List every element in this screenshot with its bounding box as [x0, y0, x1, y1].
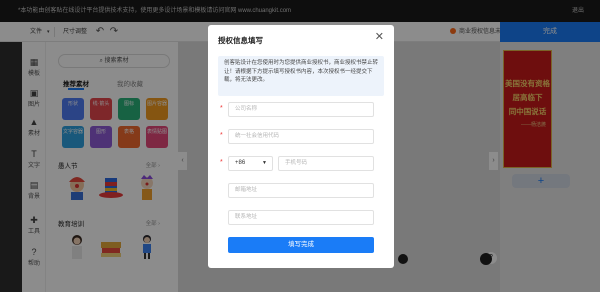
email-field[interactable]: 邮箱地址 [228, 183, 374, 198]
address-field[interactable]: 联系地址 [228, 210, 374, 225]
license-form-dialog: 授权信息填写 ✕ 创客贴设计在您使用时为您提供商业授权书，商业授权书禁止转让！请… [208, 25, 394, 268]
phone-field[interactable]: 手机号码 [278, 156, 374, 171]
required-star: * [220, 105, 223, 112]
country-code-value: +86 [235, 160, 246, 166]
company-name-field[interactable]: 公司名称 [228, 102, 374, 117]
info-notice: 创客贴设计在您使用时为您提供商业授权书，商业授权书禁止转让！请根据下方提示填写授… [218, 56, 384, 96]
submit-button[interactable]: 填写完成 [228, 237, 374, 253]
close-icon[interactable]: ✕ [375, 31, 384, 43]
required-star: * [220, 132, 223, 139]
country-code-select[interactable]: +86 ▼ [228, 156, 273, 171]
required-star: * [220, 159, 223, 166]
help-float-icon [480, 253, 492, 265]
zoom-control-icon [398, 254, 408, 264]
dialog-title: 授权信息填写 [218, 36, 263, 45]
credit-code-field[interactable]: 统一社会信用代码 [228, 129, 374, 144]
caret-down-icon: ▼ [262, 160, 267, 166]
